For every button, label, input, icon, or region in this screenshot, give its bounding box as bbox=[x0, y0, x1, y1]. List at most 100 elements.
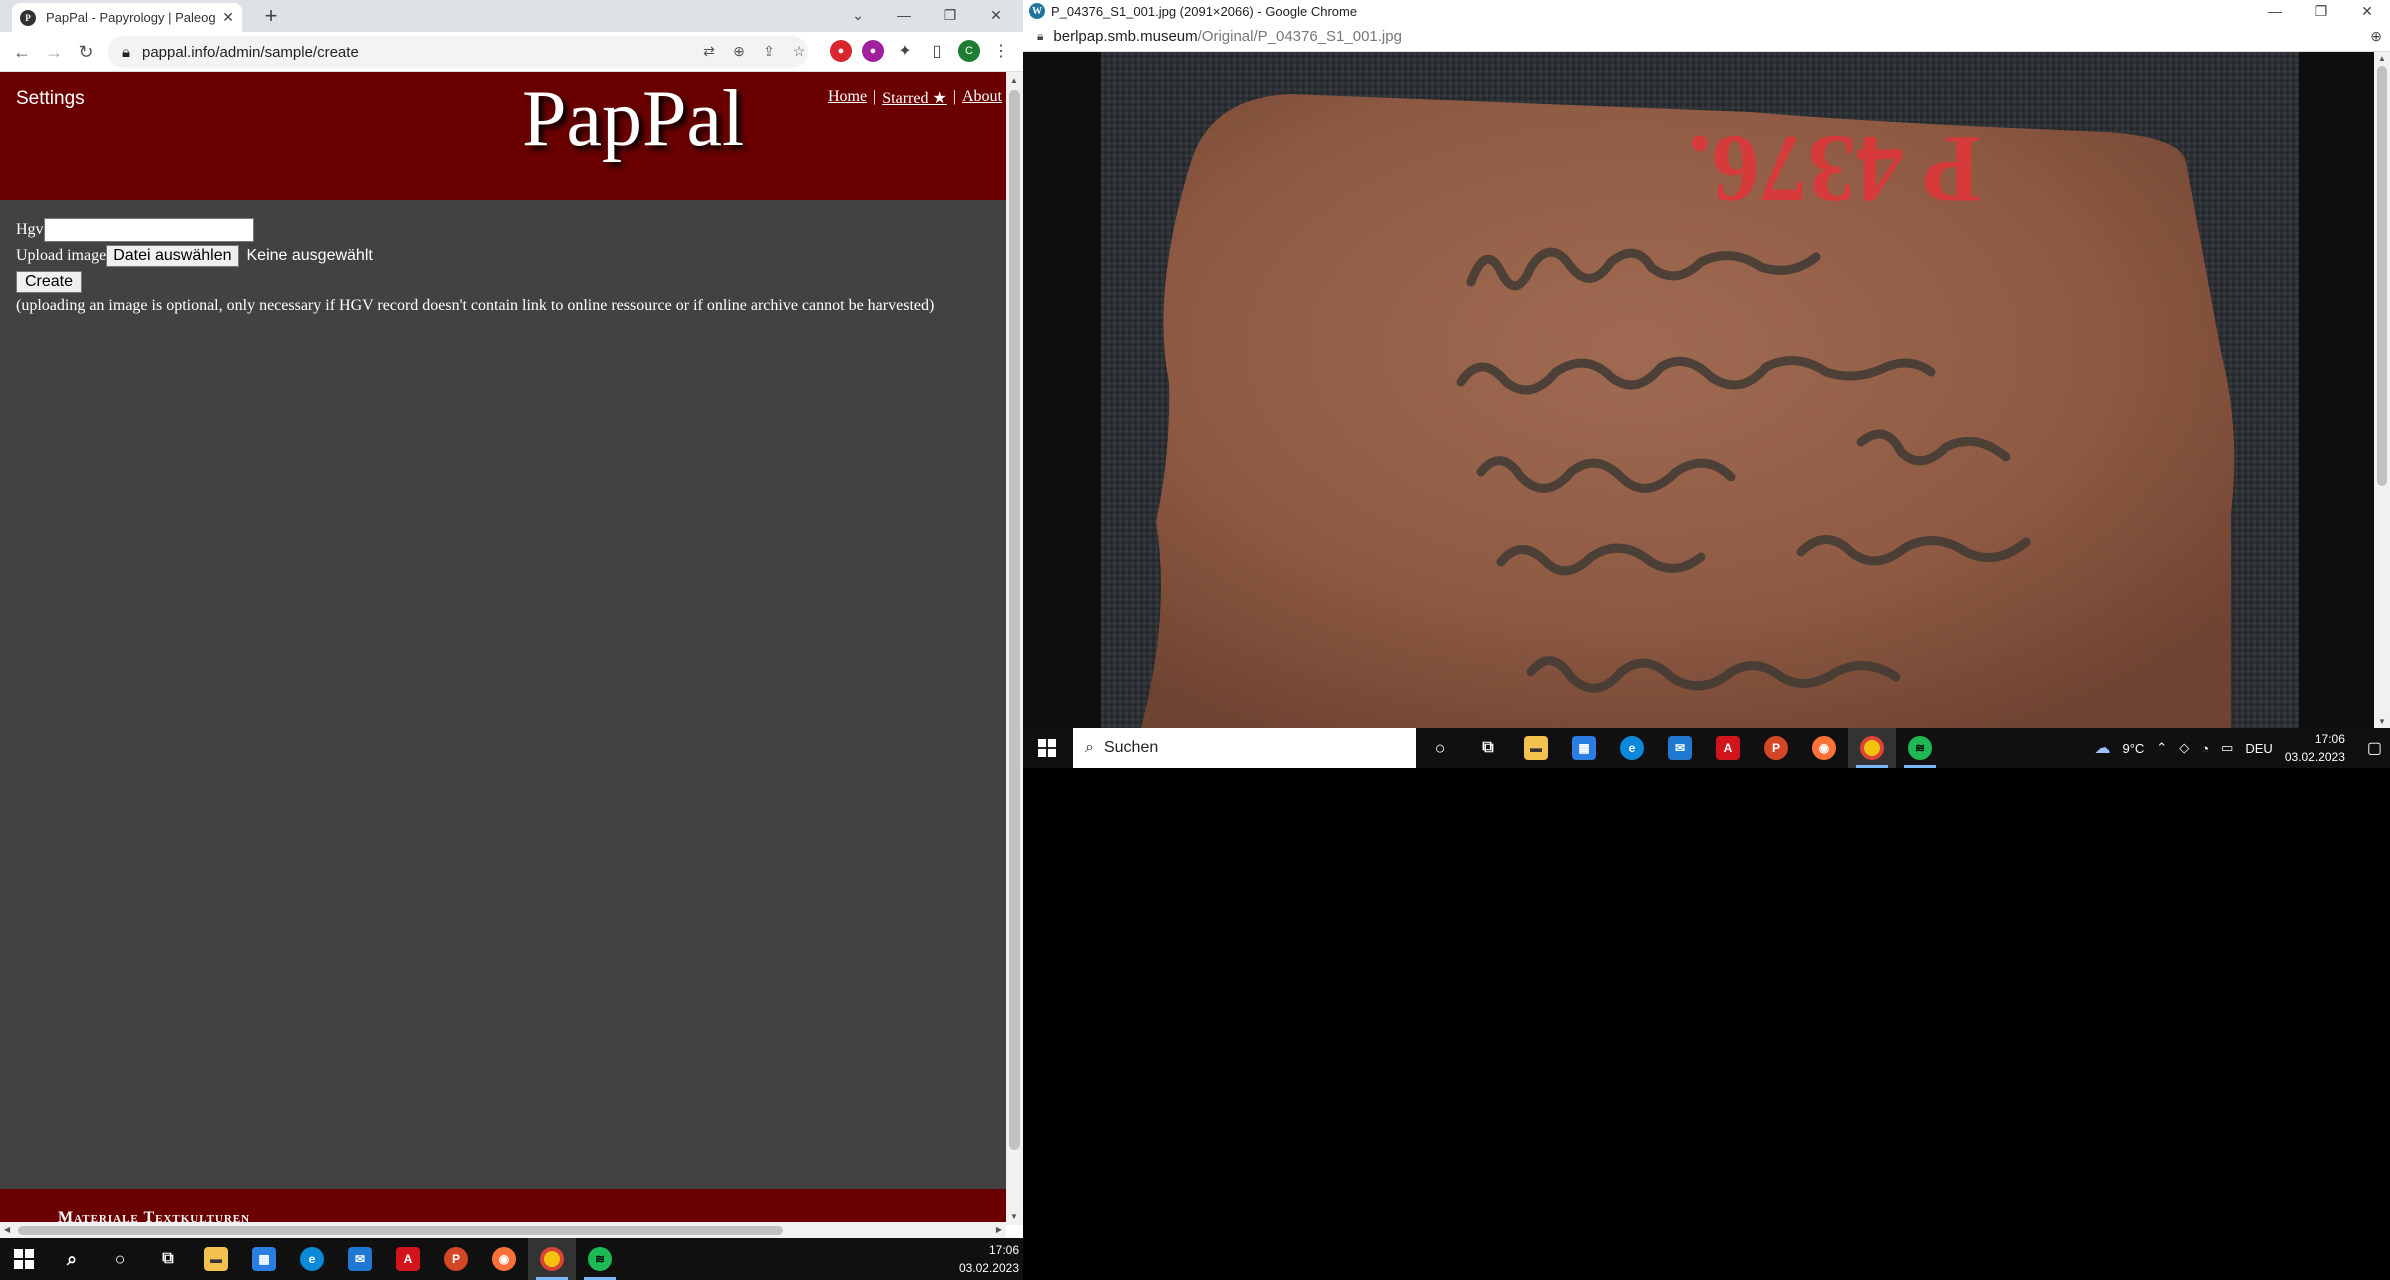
edge-icon[interactable]: e bbox=[288, 1238, 336, 1280]
menu-dots-icon[interactable]: ⋮ bbox=[990, 40, 1012, 62]
notifications-icon[interactable]: ▢ bbox=[2367, 738, 2382, 758]
powerpoint-icon[interactable]: P bbox=[1752, 728, 1800, 768]
horizontal-scrollbar[interactable]: ◀ ▶ bbox=[0, 1222, 1006, 1238]
bookmark-star-icon[interactable]: ☆ bbox=[790, 42, 808, 60]
tab-title: PapPal - Papyrology | Paleograph bbox=[46, 10, 216, 25]
clock-time: 17:06 bbox=[2314, 732, 2345, 746]
tab-strip: P PapPal - Papyrology | Paleograph ✕ + ⌄… bbox=[0, 0, 1023, 32]
powerpoint-icon[interactable]: P bbox=[432, 1238, 480, 1280]
zoom-icon[interactable]: ⊕ bbox=[2370, 28, 2382, 45]
tab-search-icon[interactable]: ⌄ bbox=[835, 0, 881, 30]
scroll-right-icon[interactable]: ▶ bbox=[996, 1225, 1002, 1234]
right-taskbar-apps: ○ ⧉ ▬ ▦ e ✉ A P ◉ ≋ bbox=[1416, 728, 1944, 768]
taskbar-search-box[interactable]: ⌕ Suchen bbox=[1073, 728, 1416, 768]
close-tab-icon[interactable]: ✕ bbox=[222, 9, 234, 26]
mail-icon[interactable]: ✉ bbox=[336, 1238, 384, 1280]
scroll-down-icon[interactable]: ▼ bbox=[1010, 1212, 1018, 1221]
file-status: Keine ausgewählt bbox=[246, 247, 373, 264]
page-content: Settings PapPal Home | Starred ★ | About… bbox=[0, 72, 1006, 1227]
vertical-scrollbar[interactable]: ▲ ▼ bbox=[1006, 72, 1023, 1225]
zoom-icon[interactable]: ⊕ bbox=[730, 42, 748, 60]
firefox-icon[interactable]: ◉ bbox=[480, 1238, 528, 1280]
new-tab-button[interactable]: + bbox=[258, 3, 284, 29]
hgv-input[interactable] bbox=[43, 218, 254, 242]
close-window-button[interactable]: ✕ bbox=[2344, 0, 2390, 22]
header-nav: Home | Starred ★ | About bbox=[828, 88, 1002, 108]
extension-red-icon[interactable]: ● bbox=[830, 40, 852, 62]
tray-chevron-icon[interactable]: ⌃ bbox=[2156, 740, 2167, 756]
profile-avatar[interactable]: C bbox=[958, 40, 980, 62]
horizontal-scroll-thumb[interactable] bbox=[18, 1226, 783, 1235]
nav-about[interactable]: About bbox=[962, 88, 1002, 108]
cortana-icon[interactable]: ○ bbox=[1416, 728, 1464, 768]
url-host: berlpap.smb.museum bbox=[1053, 28, 1198, 45]
search-icon[interactable]: ⌕ bbox=[48, 1238, 96, 1280]
translate-icon[interactable]: ⇄ bbox=[700, 42, 718, 60]
store-icon[interactable]: ▦ bbox=[1560, 728, 1608, 768]
scroll-down-icon[interactable]: ▼ bbox=[2378, 717, 2386, 726]
extensions-puzzle-icon[interactable]: ✦ bbox=[894, 40, 916, 62]
weather-cloud-icon[interactable]: ☁ bbox=[2094, 738, 2110, 758]
left-taskbar: ⌕ ○ ⧉ ▬ ▦ e ✉ A P ◉ ≋ 17:06 03.02.2023 bbox=[0, 1238, 1023, 1280]
store-icon[interactable]: ▦ bbox=[240, 1238, 288, 1280]
file-explorer-icon[interactable]: ▬ bbox=[1512, 728, 1560, 768]
battery-icon[interactable]: ▭ bbox=[2221, 740, 2233, 756]
scroll-up-icon[interactable]: ▲ bbox=[1010, 76, 1018, 85]
share-icon[interactable]: ⇪ bbox=[760, 42, 778, 60]
right-address-bar[interactable]: 🔒︎ berlpap.smb.museum/Original/P_04376_S… bbox=[1023, 22, 2390, 52]
restore-button[interactable]: ❐ bbox=[2298, 0, 2344, 22]
nav-starred[interactable]: Starred ★ bbox=[882, 88, 947, 108]
system-clock[interactable]: 17:06 03.02.2023 bbox=[2285, 730, 2345, 766]
scroll-left-icon[interactable]: ◀ bbox=[4, 1225, 10, 1234]
hgv-label: Hgv bbox=[16, 221, 44, 238]
search-placeholder: Suchen bbox=[1103, 739, 1159, 756]
acrobat-icon[interactable]: A bbox=[384, 1238, 432, 1280]
cortana-icon[interactable]: ○ bbox=[96, 1238, 144, 1280]
close-window-button[interactable]: ✕ bbox=[973, 0, 1019, 30]
side-panel-icon[interactable]: ▯ bbox=[926, 40, 948, 62]
minimize-button[interactable]: — bbox=[881, 0, 927, 30]
reload-button[interactable]: ↻ bbox=[74, 40, 98, 64]
mail-icon[interactable]: ✉ bbox=[1656, 728, 1704, 768]
spotify-icon[interactable]: ≋ bbox=[576, 1238, 624, 1280]
task-view-icon[interactable]: ⧉ bbox=[1464, 728, 1512, 768]
wifi-icon[interactable]: ◔ bbox=[2201, 741, 2209, 756]
minimize-button[interactable]: — bbox=[2252, 0, 2298, 22]
system-tray: ☁ 9°C ⌃ ◇ ◔ ▭ DEU 17:06 03.02.2023 ▢ bbox=[2094, 728, 2390, 768]
papyrus-image[interactable]: P 4376. bbox=[1101, 52, 2299, 728]
network-icon[interactable]: ◇ bbox=[2179, 740, 2189, 756]
task-view-icon[interactable]: ⧉ bbox=[144, 1238, 192, 1280]
choose-file-button[interactable]: Datei auswählen bbox=[106, 245, 239, 267]
address-bar[interactable]: 🔒︎ pappal.info/admin/sample/create ⇄ ⊕ ⇪… bbox=[108, 36, 808, 68]
chrome-icon[interactable] bbox=[528, 1238, 576, 1280]
inventory-label: P 4376. bbox=[1688, 116, 1981, 223]
back-button[interactable]: ← bbox=[10, 40, 34, 64]
scroll-up-icon[interactable]: ▲ bbox=[2378, 54, 2386, 63]
wordpress-favicon-icon: W bbox=[1029, 3, 1045, 19]
right-vertical-scrollbar[interactable]: ▲ ▼ bbox=[2374, 52, 2390, 728]
edge-icon[interactable]: e bbox=[1608, 728, 1656, 768]
tab-pappal[interactable]: P PapPal - Papyrology | Paleograph ✕ bbox=[12, 3, 242, 32]
clock-date: 03.02.2023 bbox=[2284, 750, 2345, 764]
acrobat-icon[interactable]: A bbox=[1704, 728, 1752, 768]
forward-button[interactable]: → bbox=[42, 40, 66, 64]
nav-home[interactable]: Home bbox=[828, 88, 867, 108]
start-button[interactable] bbox=[1023, 728, 1071, 768]
spotify-icon[interactable]: ≋ bbox=[1896, 728, 1944, 768]
input-language[interactable]: DEU bbox=[2245, 741, 2272, 756]
weather-temp[interactable]: 9°C bbox=[2122, 741, 2144, 756]
create-button[interactable]: Create bbox=[16, 271, 83, 293]
site-logo[interactable]: PapPal bbox=[522, 74, 744, 165]
start-button[interactable] bbox=[0, 1238, 48, 1280]
extension-purple-icon[interactable]: ● bbox=[862, 40, 884, 62]
upload-label: Upload image bbox=[16, 247, 107, 264]
settings-link[interactable]: Settings bbox=[16, 88, 85, 110]
system-clock[interactable]: 17:06 03.02.2023 bbox=[959, 1241, 1023, 1277]
chrome-icon[interactable] bbox=[1848, 728, 1896, 768]
vertical-scroll-thumb[interactable] bbox=[1009, 90, 1020, 1150]
firefox-icon[interactable]: ◉ bbox=[1800, 728, 1848, 768]
file-explorer-icon[interactable]: ▬ bbox=[192, 1238, 240, 1280]
restore-button[interactable]: ❐ bbox=[927, 0, 973, 30]
right-scroll-thumb[interactable] bbox=[2377, 66, 2387, 486]
pappal-favicon-icon: P bbox=[20, 9, 36, 26]
